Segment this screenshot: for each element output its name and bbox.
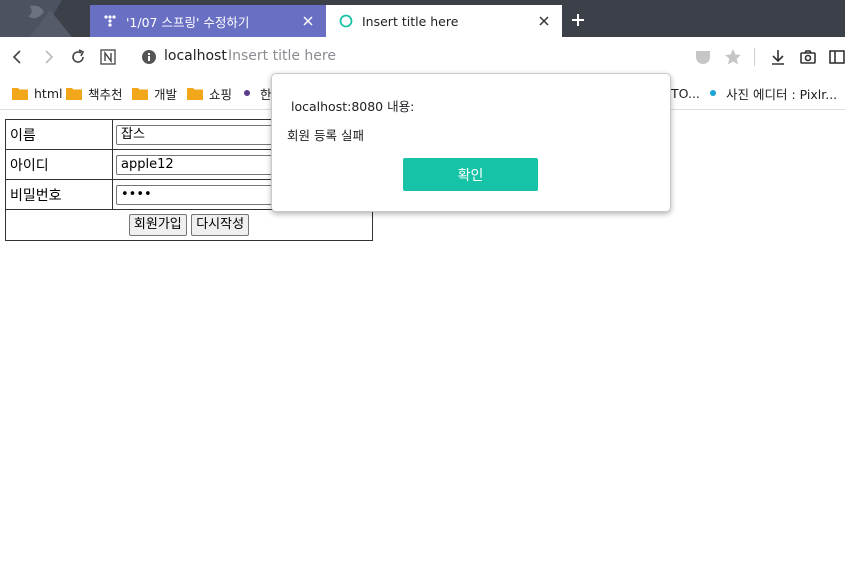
folder-icon (12, 87, 28, 100)
bookmark-label: html (34, 85, 63, 101)
naver-n-icon[interactable] (96, 45, 120, 69)
info-icon[interactable] (140, 48, 158, 66)
folder-icon (132, 87, 148, 100)
bookmark-label: 한 (260, 86, 272, 102)
password-label: 비밀번호 (5, 179, 113, 210)
url-page-title[interactable]: Insert title here (228, 48, 336, 64)
bookmark-label: 책추천 (88, 86, 123, 102)
loading-circle-icon (338, 13, 354, 29)
close-icon[interactable] (536, 13, 552, 29)
tistory-icon (102, 13, 118, 29)
url-host[interactable]: localhost (164, 48, 227, 64)
pocket-icon[interactable] (692, 46, 714, 68)
bookmark-label: 쇼핑 (209, 86, 233, 102)
bookmark-link-pixlr[interactable]: 사진 에디터 : Pixlr... (710, 84, 837, 102)
bullet-icon (710, 90, 716, 96)
dialog-title: localhost:8080 내용: (291, 99, 415, 114)
reset-button[interactable]: 다시작성 (191, 214, 250, 236)
toolbar: localhost Insert title here (0, 37, 845, 77)
dialog-ok-button[interactable]: 확인 (403, 158, 538, 191)
folder-icon (66, 87, 82, 100)
name-label: 이름 (5, 119, 113, 150)
tab-title: '1/07 스프링' 수정하기 (126, 14, 250, 30)
back-arrow-icon[interactable] (6, 45, 30, 69)
signup-button[interactable]: 회원가입 (128, 214, 187, 236)
reload-icon[interactable] (66, 45, 90, 69)
bookmark-folder-html[interactable]: html (12, 84, 62, 102)
bookmark-folder-dev[interactable]: 개발 (132, 84, 177, 102)
close-icon[interactable] (300, 13, 316, 29)
tab-insert-title[interactable]: Insert title here (326, 5, 562, 37)
tab-bar: '1/07 스프링' 수정하기 Insert title here (0, 0, 845, 37)
alert-dialog: localhost:8080 내용: 회원 등록 실패 확인 (271, 73, 671, 212)
folder-icon (187, 87, 203, 100)
tab-title: Insert title here (362, 13, 459, 29)
bookmark-link-to[interactable]: TO... (671, 84, 700, 102)
forward-arrow-icon[interactable] (36, 45, 60, 69)
bookmark-label: 사진 에디터 : Pixlr... (726, 86, 838, 102)
bookmark-folder-books[interactable]: 책추천 (66, 84, 123, 102)
camera-icon[interactable] (797, 46, 819, 68)
new-tab-plus-icon[interactable] (568, 10, 588, 30)
id-label: 아이디 (5, 149, 113, 180)
toolbar-divider (754, 48, 755, 66)
dialog-message: 회원 등록 실패 (287, 128, 364, 143)
bookmark-label: 개발 (154, 86, 178, 102)
star-icon[interactable] (722, 46, 744, 68)
bullet-icon (244, 90, 250, 96)
download-icon[interactable] (767, 46, 789, 68)
browser-logo (0, 0, 72, 37)
sidebar-panel-icon[interactable] (826, 46, 845, 68)
bookmark-link-han[interactable]: 한 (244, 84, 272, 102)
bookmark-folder-shopping[interactable]: 쇼핑 (187, 84, 232, 102)
bookmark-label: TO... (671, 85, 700, 101)
tab-spring-edit[interactable]: '1/07 스프링' 수정하기 (90, 5, 326, 37)
